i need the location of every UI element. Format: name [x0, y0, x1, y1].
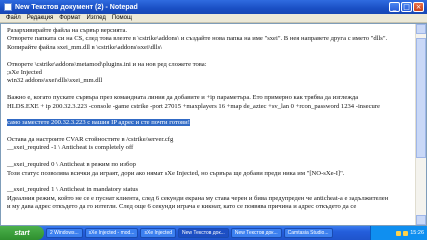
text-line: само заместете 200.32.3.223 с вашия IP а… — [7, 119, 409, 127]
taskbar-button[interactable]: New Текстов док... — [178, 228, 229, 238]
line-text: win32 addons\sxei\dlls\sxei_mm.dll — [7, 77, 103, 85]
menu-help[interactable]: Помощ — [112, 15, 132, 21]
text-line: Този статус позволява всички да играят, … — [7, 170, 409, 178]
taskbar-button[interactable]: sXe Injected - mod... — [84, 228, 139, 238]
title-bar: New Текстов документ (2) - Notepad _ □ × — [0, 0, 427, 14]
text-editor[interactable]: Разархивирайте файла на сървър версията.… — [0, 23, 427, 226]
text-line — [7, 111, 409, 119]
window-title: New Текстов документ (2) - Notepad — [15, 3, 138, 11]
line-text: Важно е, когато пускате сървъра през ком… — [7, 94, 359, 102]
start-button[interactable]: start — [0, 226, 44, 240]
minimize-button[interactable]: _ — [389, 2, 400, 12]
line-text: Отворете папката си на CS, след това вле… — [7, 35, 388, 43]
scroll-thumb[interactable] — [416, 38, 426, 158]
taskbar-button[interactable]: New Текстов док... — [230, 228, 282, 238]
line-text: Отворете \cstrike\addons\metamod\plugins… — [7, 60, 207, 68]
line-text: Копирайте файла sxei_mm.dll в \cstrike\a… — [7, 43, 162, 51]
text-line — [7, 178, 409, 186]
taskbar-button[interactable]: sXe Injected — [140, 228, 177, 238]
text-line: Копирайте файла sxei_mm.dll в \cstrike\a… — [7, 44, 409, 52]
text-line: win32 addons\sxei\dlls\sxei_mm.dll — [7, 77, 409, 85]
text-line — [7, 128, 409, 136]
text-line: __sxei_required 0 \ Anticheat в режим по… — [7, 161, 409, 169]
text-line: Остава да настроите CVAR стойностите в /… — [7, 136, 409, 144]
menu-format[interactable]: Формат — [59, 15, 80, 21]
menu-view[interactable]: Изглед — [87, 15, 106, 21]
text-line: Идеалния режим, който не се е пуснат кли… — [7, 195, 409, 203]
line-text: __sxei_required 1 \ Anticheat in mandato… — [7, 186, 139, 194]
maximize-button[interactable]: □ — [401, 2, 412, 12]
text-line: Отворете \cstrike\addons\metamod\plugins… — [7, 61, 409, 69]
line-text: Остава да настроите CVAR стойностите в /… — [7, 136, 174, 144]
text-line: Отворете папката си на CS, след това вле… — [7, 35, 409, 43]
line-text: __sxei_required 0 \ Anticheat в режим по… — [7, 161, 136, 169]
vertical-scrollbar[interactable] — [415, 24, 426, 225]
text-line: __sxei_required 1 \ Anticheat in mandato… — [7, 186, 409, 194]
scroll-down-arrow[interactable] — [416, 215, 426, 225]
scroll-up-arrow[interactable] — [416, 24, 426, 34]
clock: 15:26 — [410, 230, 424, 236]
line-text: Разархивирайте файла на сървър версията. — [7, 27, 128, 34]
tray-icon[interactable] — [403, 230, 409, 236]
notepad-icon — [4, 3, 12, 11]
text-line: и му дава адрес откъдето да го изтегли. … — [7, 203, 409, 211]
text-line: HLDS.EXE + ip 200.32.3.223 -console -gam… — [7, 103, 409, 111]
line-text: ;sXe Injected — [7, 68, 42, 76]
line-text: Този статус позволява всички да играят, … — [7, 169, 345, 177]
text-line — [7, 86, 409, 94]
tray-icon[interactable] — [396, 230, 402, 236]
text-line: ;sXe Injected — [7, 69, 409, 77]
system-tray: 15:26 — [370, 226, 427, 240]
text-line: __sxei_required -1 \ Anticheat is comple… — [7, 144, 409, 152]
text-line — [7, 52, 409, 60]
document-text[interactable]: Разархивирайте файла на сървър версията.… — [7, 27, 409, 212]
menu-edit[interactable]: Редакция — [27, 15, 53, 21]
text-line: Важно е, когато пускате сървъра през ком… — [7, 94, 409, 102]
text-line: Разархивирайте файла на сървър версията. — [7, 27, 409, 35]
text-line — [7, 153, 409, 161]
line-text: __sxei_required -1 \ Anticheat is comple… — [7, 144, 134, 152]
taskbar-button[interactable]: 2 Windows... — [46, 228, 83, 238]
line-text: HLDS.EXE + ip 200.32.3.223 -console -gam… — [7, 102, 380, 110]
menu-file[interactable]: Файл — [6, 15, 21, 21]
menu-bar: Файл Редакция Формат Изглед Помощ — [0, 14, 427, 23]
close-button[interactable]: × — [413, 2, 424, 12]
selected-text: само заместете 200.32.3.223 с вашия IP а… — [7, 119, 190, 127]
line-text: и му дава адрес откъдето да го изтегли. … — [7, 203, 357, 211]
line-text: Идеалния режим, който не се е пуснат кли… — [7, 194, 389, 202]
taskbar-button[interactable]: Camtasia Studio... — [283, 228, 333, 238]
taskbar: start 2 Windows... sXe Injected - mod...… — [0, 226, 427, 240]
